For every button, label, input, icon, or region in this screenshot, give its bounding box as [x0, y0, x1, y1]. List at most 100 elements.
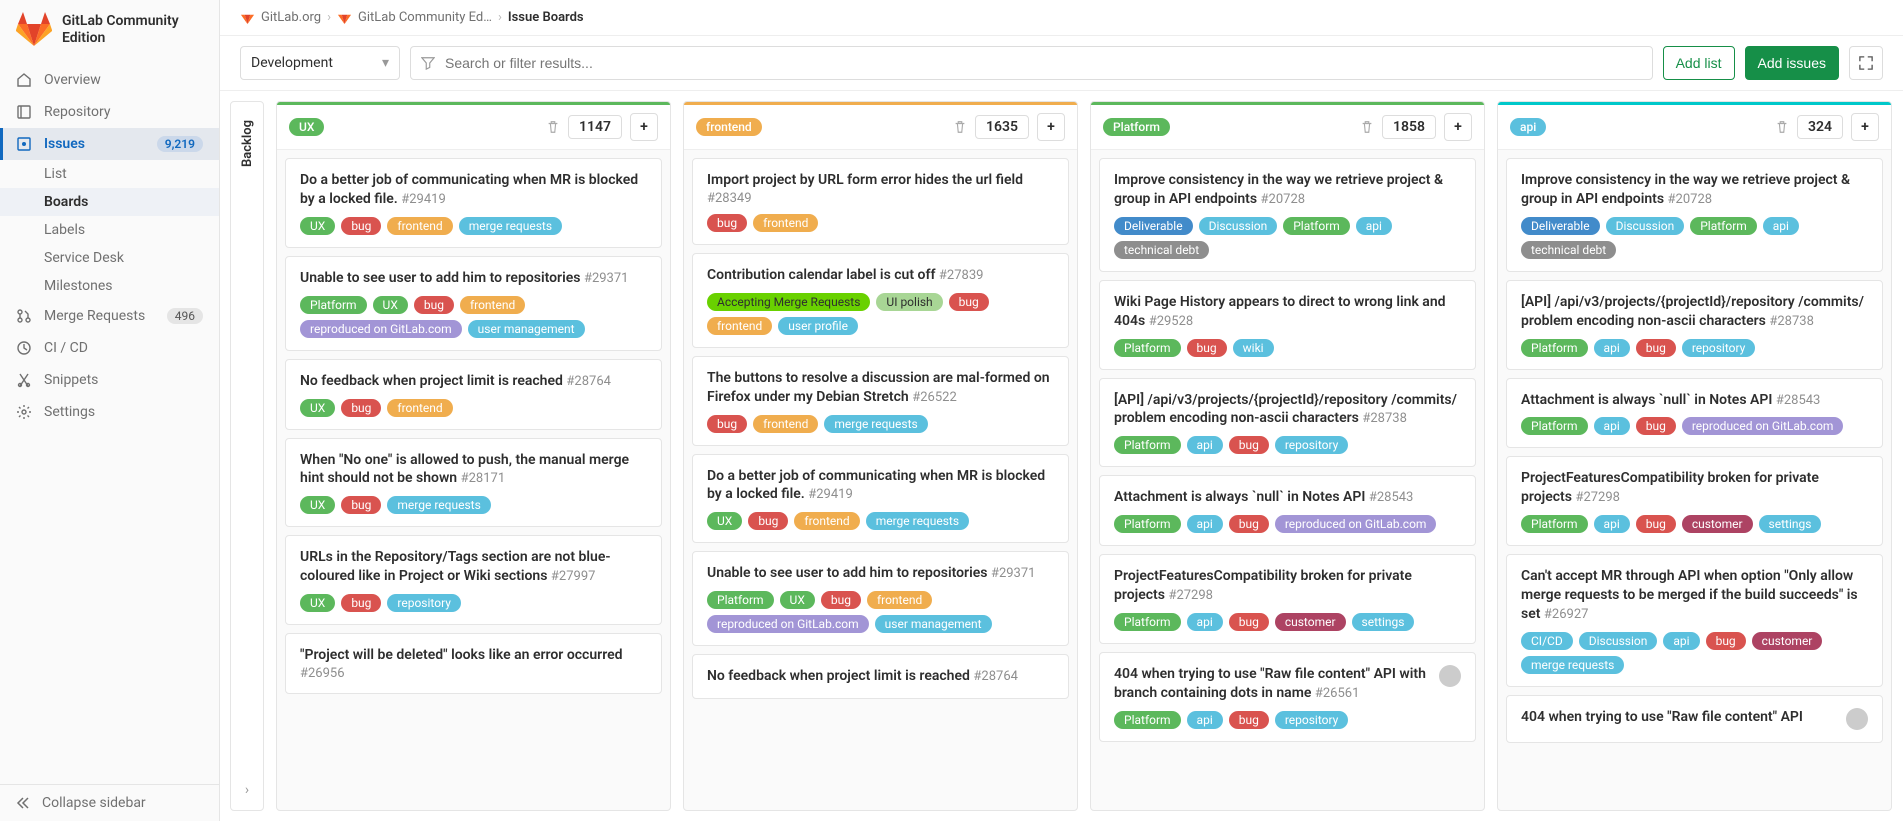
label-pill[interactable]: frontend	[794, 512, 859, 530]
label-pill[interactable]: user management	[875, 615, 992, 633]
label-pill[interactable]: reproduced on GitLab.com	[300, 320, 462, 338]
label-pill[interactable]: bug	[707, 415, 747, 433]
sidebar-sub-boards[interactable]: Boards	[0, 188, 219, 216]
assignee-avatar[interactable]	[1846, 708, 1868, 730]
label-pill[interactable]: bug	[821, 591, 861, 609]
label-pill[interactable]: merge requests	[387, 496, 490, 514]
label-pill[interactable]: Platform	[1114, 711, 1181, 729]
add-card-button[interactable]: +	[630, 113, 658, 141]
label-pill[interactable]: bug	[1706, 632, 1746, 650]
issue-card[interactable]: Contribution calendar label is cut off #…	[692, 253, 1069, 348]
delete-column-button[interactable]	[953, 120, 967, 134]
label-pill[interactable]: CI/CD	[1521, 632, 1573, 650]
issue-card[interactable]: Unable to see user to add him to reposit…	[692, 551, 1069, 646]
cards-list[interactable]: Improve consistency in the way we retrie…	[1091, 150, 1484, 810]
issue-card[interactable]: When "No one" is allowed to push, the ma…	[285, 438, 662, 528]
label-pill[interactable]: user management	[468, 320, 585, 338]
sidebar-item-ci-cd[interactable]: CI / CD	[0, 332, 219, 364]
label-pill[interactable]: bug	[1636, 515, 1676, 533]
label-pill[interactable]: bug	[341, 496, 381, 514]
column-label[interactable]: api	[1510, 118, 1546, 136]
issue-card[interactable]: "Project will be deleted" looks like an …	[285, 633, 662, 694]
label-pill[interactable]: merge requests	[459, 217, 562, 235]
issue-card[interactable]: Do a better job of communicating when MR…	[692, 454, 1069, 544]
label-pill[interactable]: bug	[1229, 613, 1269, 631]
add-card-button[interactable]: +	[1037, 113, 1065, 141]
label-pill[interactable]: api	[1187, 711, 1223, 729]
label-pill[interactable]: settings	[1759, 515, 1822, 533]
label-pill[interactable]: wiki	[1233, 339, 1274, 357]
board-select-dropdown[interactable]: Development ▾	[240, 46, 400, 80]
issue-card[interactable]: 404 when trying to use "Raw file content…	[1099, 652, 1476, 742]
backlog-collapsed-column[interactable]: Backlog ›	[230, 101, 264, 811]
label-pill[interactable]: bug	[1229, 436, 1269, 454]
label-pill[interactable]: UX	[780, 591, 815, 609]
issue-card[interactable]: ProjectFeaturesCompatibility broken for …	[1506, 456, 1883, 546]
label-pill[interactable]: customer	[1682, 515, 1753, 533]
cards-list[interactable]: Improve consistency in the way we retrie…	[1498, 150, 1891, 810]
label-pill[interactable]: bug	[1636, 339, 1676, 357]
label-pill[interactable]: technical debt	[1521, 241, 1616, 259]
issue-card[interactable]: [API] /api/v3/projects/{projectId}/repos…	[1099, 378, 1476, 468]
label-pill[interactable]: frontend	[387, 217, 452, 235]
label-pill[interactable]: UX	[300, 217, 335, 235]
label-pill[interactable]: Platform	[1283, 217, 1350, 235]
label-pill[interactable]: Discussion	[1579, 632, 1658, 650]
sidebar-item-issues[interactable]: Issues 9,219	[0, 128, 219, 160]
label-pill[interactable]: Accepting Merge Requests	[707, 293, 870, 311]
label-pill[interactable]: Platform	[1521, 417, 1588, 435]
label-pill[interactable]: merge requests	[1521, 656, 1624, 674]
cards-list[interactable]: Import project by URL form error hides t…	[684, 150, 1077, 810]
label-pill[interactable]: UX	[300, 399, 335, 417]
issue-card[interactable]: Unable to see user to add him to reposit…	[285, 256, 662, 351]
sidebar-sub-list[interactable]: List	[0, 160, 219, 188]
label-pill[interactable]: api	[1594, 515, 1630, 533]
label-pill[interactable]: api	[1594, 417, 1630, 435]
search-input[interactable]	[443, 54, 1642, 72]
label-pill[interactable]: repository	[1682, 339, 1756, 357]
label-pill[interactable]: frontend	[867, 591, 932, 609]
breadcrumb-project[interactable]: GitLab Community Ed…	[358, 10, 492, 25]
issue-card[interactable]: ProjectFeaturesCompatibility broken for …	[1099, 554, 1476, 644]
label-pill[interactable]: Deliverable	[1114, 217, 1193, 235]
label-pill[interactable]: customer	[1275, 613, 1346, 631]
boards-container[interactable]: Backlog › UX 1147 + Do a better job of c…	[220, 91, 1903, 821]
label-pill[interactable]: Platform	[1114, 339, 1181, 357]
fullscreen-button[interactable]	[1849, 46, 1883, 80]
sidebar-item-merge-requests[interactable]: Merge Requests 496	[0, 300, 219, 332]
search-filter-bar[interactable]	[410, 46, 1653, 80]
label-pill[interactable]: api	[1187, 515, 1223, 533]
label-pill[interactable]: bug	[414, 296, 454, 314]
label-pill[interactable]: frontend	[460, 296, 525, 314]
issue-card[interactable]: Improve consistency in the way we retrie…	[1099, 158, 1476, 272]
issue-card[interactable]: Attachment is always `null` in Notes API…	[1099, 475, 1476, 546]
label-pill[interactable]: bug	[949, 293, 989, 311]
column-label[interactable]: Platform	[1103, 118, 1170, 136]
label-pill[interactable]: bug	[1229, 711, 1269, 729]
label-pill[interactable]: api	[1763, 217, 1799, 235]
delete-column-button[interactable]	[546, 120, 560, 134]
add-card-button[interactable]: +	[1444, 113, 1472, 141]
label-pill[interactable]: Platform	[707, 591, 774, 609]
label-pill[interactable]: Platform	[1114, 436, 1181, 454]
label-pill[interactable]: Platform	[1114, 613, 1181, 631]
delete-column-button[interactable]	[1775, 120, 1789, 134]
label-pill[interactable]: bug	[341, 399, 381, 417]
sidebar-item-overview[interactable]: Overview	[0, 64, 219, 96]
label-pill[interactable]: Deliverable	[1521, 217, 1600, 235]
issue-card[interactable]: 404 when trying to use "Raw file content…	[1506, 695, 1883, 743]
label-pill[interactable]: repository	[1275, 436, 1349, 454]
label-pill[interactable]: UX	[373, 296, 408, 314]
label-pill[interactable]: settings	[1352, 613, 1415, 631]
sidebar-sub-service-desk[interactable]: Service Desk	[0, 244, 219, 272]
delete-column-button[interactable]	[1360, 120, 1374, 134]
label-pill[interactable]: repository	[1275, 711, 1349, 729]
issue-card[interactable]: [API] /api/v3/projects/{projectId}/repos…	[1506, 280, 1883, 370]
add-card-button[interactable]: +	[1851, 113, 1879, 141]
expand-icon[interactable]: ›	[245, 782, 249, 798]
label-pill[interactable]: Platform	[1521, 515, 1588, 533]
label-pill[interactable]: technical debt	[1114, 241, 1209, 259]
label-pill[interactable]: reproduced on GitLab.com	[707, 615, 869, 633]
label-pill[interactable]: bug	[1636, 417, 1676, 435]
label-pill[interactable]: api	[1663, 632, 1699, 650]
